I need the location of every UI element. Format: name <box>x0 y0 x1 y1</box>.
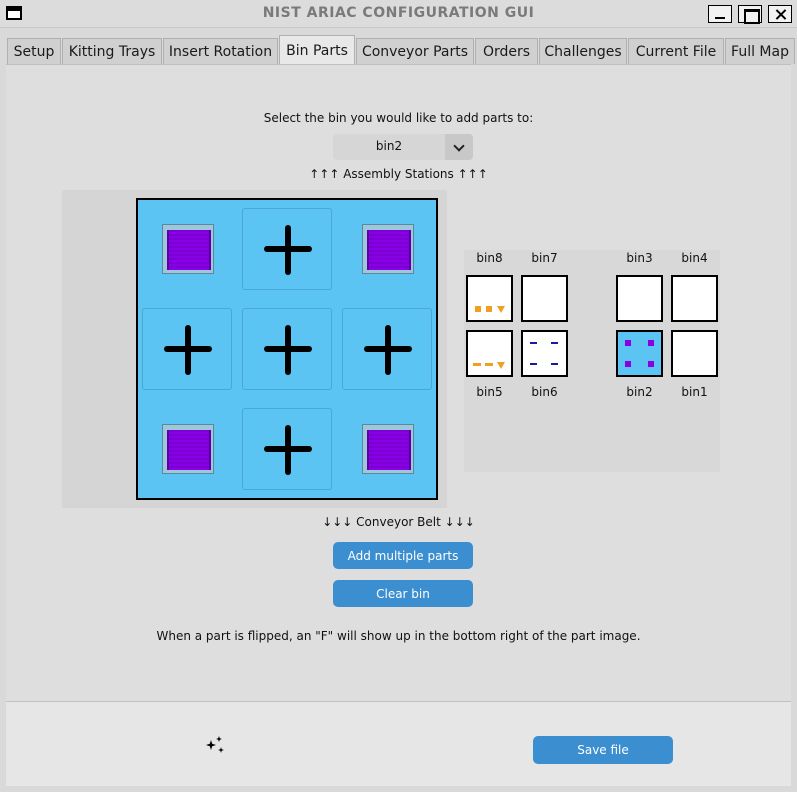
tab-bin-parts[interactable]: Bin Parts <box>279 35 355 65</box>
bin-select-dropdown[interactable]: bin2 <box>333 134 473 160</box>
footer <box>6 701 791 786</box>
add-part-slot-6[interactable] <box>342 308 432 390</box>
part-marker <box>625 361 631 367</box>
part-marker <box>497 306 505 313</box>
bin-map-bin3[interactable] <box>616 275 663 322</box>
bin-map-bin8[interactable] <box>466 275 513 322</box>
tab-challenges[interactable]: Challenges <box>539 38 627 64</box>
maximize-button[interactable] <box>738 5 762 24</box>
moon-stars-icon[interactable] <box>186 734 226 772</box>
chevron-down-icon[interactable] <box>445 134 473 160</box>
plus-icon-vertical <box>285 225 291 275</box>
plus-icon-vertical <box>285 325 291 375</box>
part-marker <box>497 362 505 369</box>
part-marker <box>473 363 481 366</box>
bin-map-label: bin7 <box>531 251 558 265</box>
part-marker <box>486 306 492 312</box>
tab-setup[interactable]: Setup <box>7 38 61 64</box>
conveyor-belt-label: ↓↓↓ Conveyor Belt ↓↓↓ <box>322 515 475 529</box>
tab-full-map[interactable]: Full Map <box>725 38 795 64</box>
part-marker <box>625 340 631 346</box>
part-marker <box>551 342 558 344</box>
tab-orders[interactable]: Orders <box>475 38 538 64</box>
title-bar: NIST ARIAC CONFIGURATION GUI <box>0 0 797 28</box>
flip-note: When a part is flipped, an "F" will show… <box>156 629 641 643</box>
clear-bin-button[interactable]: Clear bin <box>333 580 473 607</box>
part-marker <box>648 361 654 367</box>
bin-map-label: bin3 <box>626 251 653 265</box>
tab-kitting-trays[interactable]: Kitting Trays <box>62 38 162 64</box>
assembly-stations-label: ↑↑↑ Assembly Stations ↑↑↑ <box>309 167 488 181</box>
save-file-button[interactable]: Save file <box>533 736 673 764</box>
regulator-part-image <box>367 430 411 470</box>
bin-map-bin2-selected[interactable] <box>616 330 663 377</box>
regulator-part-slot-7[interactable] <box>162 424 214 474</box>
plus-icon-vertical <box>185 325 191 375</box>
regulator-part-slot-3[interactable] <box>362 224 414 274</box>
add-multiple-parts-button[interactable]: Add multiple parts <box>333 542 473 569</box>
add-part-slot-4[interactable] <box>142 308 232 390</box>
bin-map-label: bin2 <box>626 385 653 399</box>
bin-map-bin5[interactable] <box>466 330 513 377</box>
tab-conveyor-parts[interactable]: Conveyor Parts <box>356 38 474 64</box>
bin-map-bin4[interactable] <box>671 275 718 322</box>
part-marker <box>485 363 493 366</box>
bin-select-value: bin2 <box>375 139 403 153</box>
regulator-part-image <box>167 430 211 470</box>
part-marker <box>648 340 654 346</box>
close-button[interactable] <box>768 5 792 23</box>
tab-current-file[interactable]: Current File <box>628 38 724 64</box>
bin-grid <box>136 198 438 500</box>
bin-map-label: bin4 <box>681 251 708 265</box>
part-marker <box>475 306 481 312</box>
part-marker <box>530 342 537 344</box>
bin-map-bin1[interactable] <box>671 330 718 377</box>
regulator-part-slot-9[interactable] <box>362 424 414 474</box>
add-part-slot-5[interactable] <box>242 308 332 390</box>
bin-map-bin7[interactable] <box>521 275 568 322</box>
tab-insert-rotation[interactable]: Insert Rotation <box>163 38 278 64</box>
window-title: NIST ARIAC CONFIGURATION GUI <box>262 5 535 21</box>
plus-icon-vertical <box>385 325 391 375</box>
plus-icon-vertical <box>285 425 291 475</box>
regulator-part-slot-1[interactable] <box>162 224 214 274</box>
regulator-part-image <box>167 230 211 270</box>
part-marker <box>530 363 537 365</box>
bin-select-prompt: Select the bin you would like to add par… <box>263 111 534 125</box>
bin-map-bin6[interactable] <box>521 330 568 377</box>
bin-map-label: bin8 <box>476 251 503 265</box>
minimize-button[interactable] <box>708 5 732 23</box>
part-marker <box>551 363 558 365</box>
add-part-slot-8[interactable] <box>242 408 332 490</box>
bin-map-label: bin5 <box>476 385 503 399</box>
regulator-part-image <box>367 230 411 270</box>
tab-bar: Setup Kitting Trays Insert Rotation Bin … <box>0 28 797 65</box>
bin-map-label: bin1 <box>681 385 708 399</box>
bin-map-label: bin6 <box>531 385 558 399</box>
add-part-slot-2[interactable] <box>242 208 332 290</box>
